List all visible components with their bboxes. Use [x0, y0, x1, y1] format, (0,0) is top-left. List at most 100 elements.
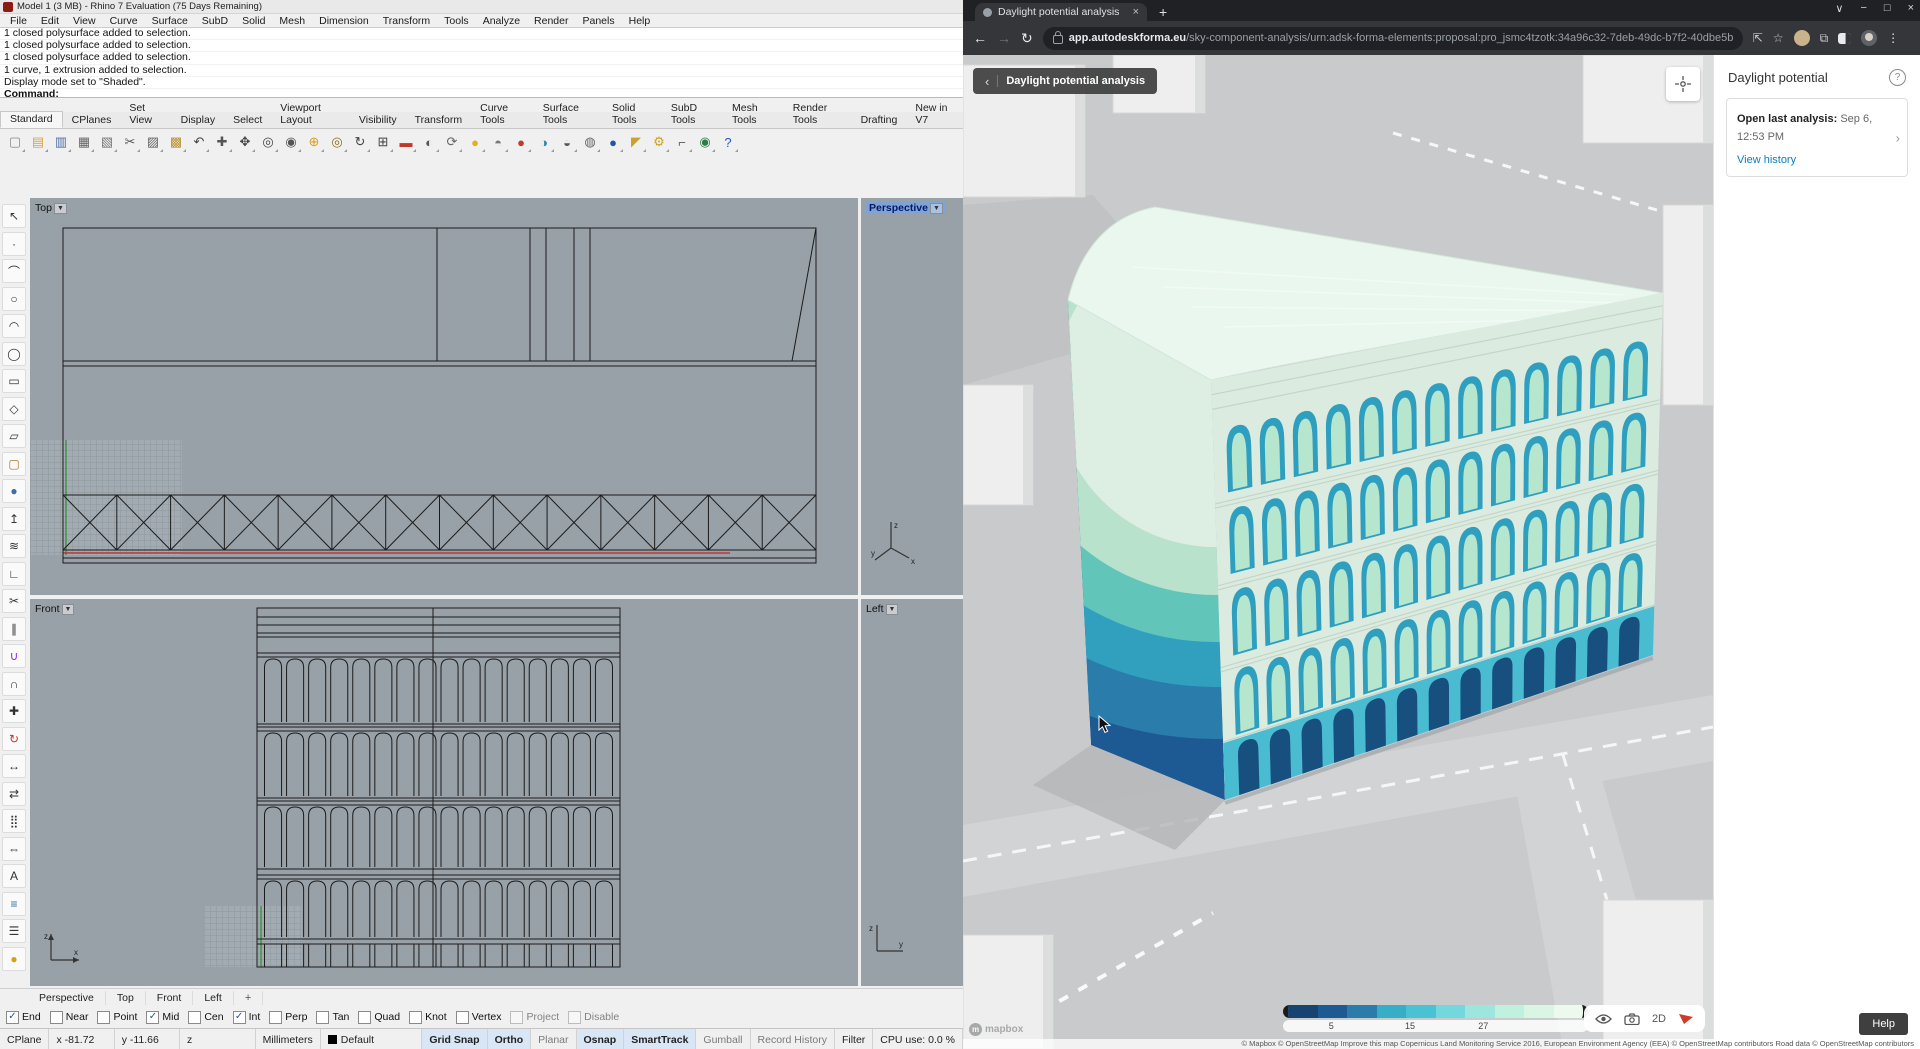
pan-icon[interactable]: ✚ [211, 131, 233, 153]
ghosted-sphere-icon[interactable]: ◍ [579, 131, 601, 153]
window-menu-icon[interactable]: ∨ [1835, 2, 1843, 15]
osnap-checkbox-perp[interactable] [269, 1011, 282, 1024]
viewport-front-label[interactable]: Front ▼ [35, 603, 74, 615]
recenter-button[interactable] [1666, 67, 1700, 101]
menu-edit[interactable]: Edit [35, 15, 65, 27]
browser-menu-icon[interactable]: ⋮ [1887, 31, 1899, 45]
render-sphere-red-icon[interactable]: ● [510, 131, 532, 153]
earth-icon[interactable]: ◉ [694, 131, 716, 153]
zoom-icon[interactable]: ◎ [257, 131, 279, 153]
menu-view[interactable]: View [67, 15, 102, 27]
menu-help[interactable]: Help [623, 15, 657, 27]
viewport-tab-top[interactable]: Top [106, 991, 146, 1005]
flag-icon[interactable]: ◤ [625, 131, 647, 153]
chevron-down-icon[interactable]: ▼ [54, 203, 67, 214]
render-sphere-multi-icon[interactable]: ◑ [533, 131, 555, 153]
scale-tool-icon[interactable]: ↔ [2, 754, 26, 778]
toolbar-tab-standard[interactable]: Standard [0, 111, 63, 128]
dim-tool-icon[interactable]: ⇔ [2, 837, 26, 861]
menu-file[interactable]: File [4, 15, 33, 27]
arc-icon[interactable]: ◠ [2, 314, 26, 338]
osnap-mid[interactable]: ✓Mid [146, 1011, 179, 1024]
osnap-checkbox-cen[interactable] [188, 1011, 201, 1024]
zoom-extents-icon[interactable]: ⊕ [303, 131, 325, 153]
chevron-down-icon[interactable]: ▼ [886, 604, 899, 615]
mapbox-logo[interactable]: m mapbox [969, 1023, 1023, 1036]
export-icon[interactable]: ▧ [96, 131, 118, 153]
loft-icon[interactable]: ≋ [2, 534, 26, 558]
2d-mode-button[interactable]: 2D [1652, 1013, 1666, 1025]
status-units[interactable]: Millimeters [256, 1029, 321, 1049]
back-chevron-icon[interactable]: ‹ [985, 74, 989, 89]
circle-icon[interactable]: ○ [2, 287, 26, 311]
status-cplane[interactable]: CPlane [0, 1029, 49, 1049]
bookmark-star-icon[interactable]: ☆ [1773, 31, 1784, 45]
toolbar-tab-curve-tools[interactable]: Curve Tools [471, 101, 534, 128]
sphere-icon[interactable]: ● [2, 479, 26, 503]
toolbar-tab-select[interactable]: Select [224, 113, 271, 128]
gear-icon[interactable]: ⚙ [648, 131, 670, 153]
new-tab-button[interactable]: + [1159, 4, 1167, 20]
text-tool-icon[interactable]: A [2, 864, 26, 888]
osnap-checkbox-knot[interactable] [409, 1011, 422, 1024]
chevron-right-icon[interactable]: › [1896, 130, 1900, 145]
url-bar[interactable]: app.autodeskforma.eu/sky-component-analy… [1043, 27, 1743, 50]
share-icon[interactable]: ⇱ [1753, 31, 1763, 45]
box-icon[interactable]: ▢ [2, 452, 26, 476]
compass-north-icon[interactable] [1678, 1012, 1694, 1025]
viewport-perspective-label[interactable]: Perspective ▼ [866, 202, 946, 214]
minimize-icon[interactable]: − [1860, 2, 1866, 15]
osnap-disable[interactable]: Disable [568, 1011, 619, 1024]
trim-icon[interactable]: ✂ [2, 589, 26, 613]
viewport-perspective[interactable]: Perspective ▼ zyx [861, 198, 963, 595]
back-button[interactable]: ← [973, 30, 987, 46]
zoom-window-icon[interactable]: ◉ [280, 131, 302, 153]
tab-close-icon[interactable]: × [1133, 6, 1139, 18]
menu-tools[interactable]: Tools [438, 15, 475, 27]
visibility-eye-icon[interactable] [1595, 1013, 1612, 1025]
toggle-ortho[interactable]: Ortho [488, 1029, 532, 1049]
osnap-knot[interactable]: Knot [409, 1011, 447, 1024]
toolbar-tab-subd-tools[interactable]: SubD Tools [662, 101, 723, 128]
maximize-icon[interactable]: □ [1884, 2, 1891, 15]
toggle-smarttrack[interactable]: SmartTrack [624, 1029, 696, 1049]
gumball-icon[interactable]: ● [2, 947, 26, 971]
viewport-tab-front[interactable]: Front [146, 991, 194, 1005]
osnap-checkbox-point[interactable] [97, 1011, 110, 1024]
select-arrow-icon[interactable]: ↖ [2, 204, 26, 228]
toolbar-tab-viewport-layout[interactable]: Viewport Layout [271, 101, 350, 128]
viewport-tab-left[interactable]: Left [193, 991, 234, 1005]
toggle-record-history[interactable]: Record History [751, 1029, 835, 1049]
rotate-icon[interactable]: ⟳ [441, 131, 463, 153]
fillet-icon[interactable]: ∟ [2, 562, 26, 586]
menu-mesh[interactable]: Mesh [273, 15, 311, 27]
toolbar-tab-new-in-v7[interactable]: New in V7 [906, 101, 963, 128]
extension-avatar-icon[interactable] [1794, 30, 1810, 46]
osnap-checkbox-disable[interactable] [568, 1011, 581, 1024]
panel-help-icon[interactable]: ? [1889, 69, 1906, 86]
polyline-icon[interactable]: ⌒ [2, 259, 26, 283]
url-text[interactable]: app.autodeskforma.eu/sky-component-analy… [1069, 32, 1733, 44]
toolbar-tab-cplanes[interactable]: CPlanes [63, 113, 121, 128]
osnap-quad[interactable]: Quad [358, 1011, 400, 1024]
last-analysis-card[interactable]: Open last analysis: Sep 6, 12:53 PM View… [1726, 98, 1908, 177]
extensions-puzzle-icon[interactable]: ⧉ [1820, 31, 1829, 46]
properties-icon[interactable]: ☰ [2, 919, 26, 943]
rectangle-icon[interactable]: ▭ [2, 369, 26, 393]
undo-icon[interactable]: ↶ [188, 131, 210, 153]
view-history-link[interactable]: View history [1737, 154, 1889, 166]
status-layer[interactable]: Default [321, 1029, 423, 1049]
map-3d-scene[interactable] [963, 55, 1713, 1049]
viewport-layout-icon[interactable]: ⊞ [372, 131, 394, 153]
toggle-planar[interactable]: Planar [531, 1029, 576, 1049]
help-button[interactable]: Help [1859, 1013, 1908, 1035]
polygon-icon[interactable]: ◇ [2, 397, 26, 421]
zoom-selected-icon[interactable]: ◎ [326, 131, 348, 153]
ellipse-icon[interactable]: ◯ [2, 342, 26, 366]
split-icon[interactable]: ∥ [2, 617, 26, 641]
menu-analyze[interactable]: Analyze [477, 15, 526, 27]
osnap-checkbox-near[interactable] [50, 1011, 63, 1024]
profile-avatar[interactable] [1861, 30, 1877, 46]
osnap-tan[interactable]: Tan [316, 1011, 349, 1024]
viewport-top[interactable]: Top ▼ [30, 198, 858, 595]
